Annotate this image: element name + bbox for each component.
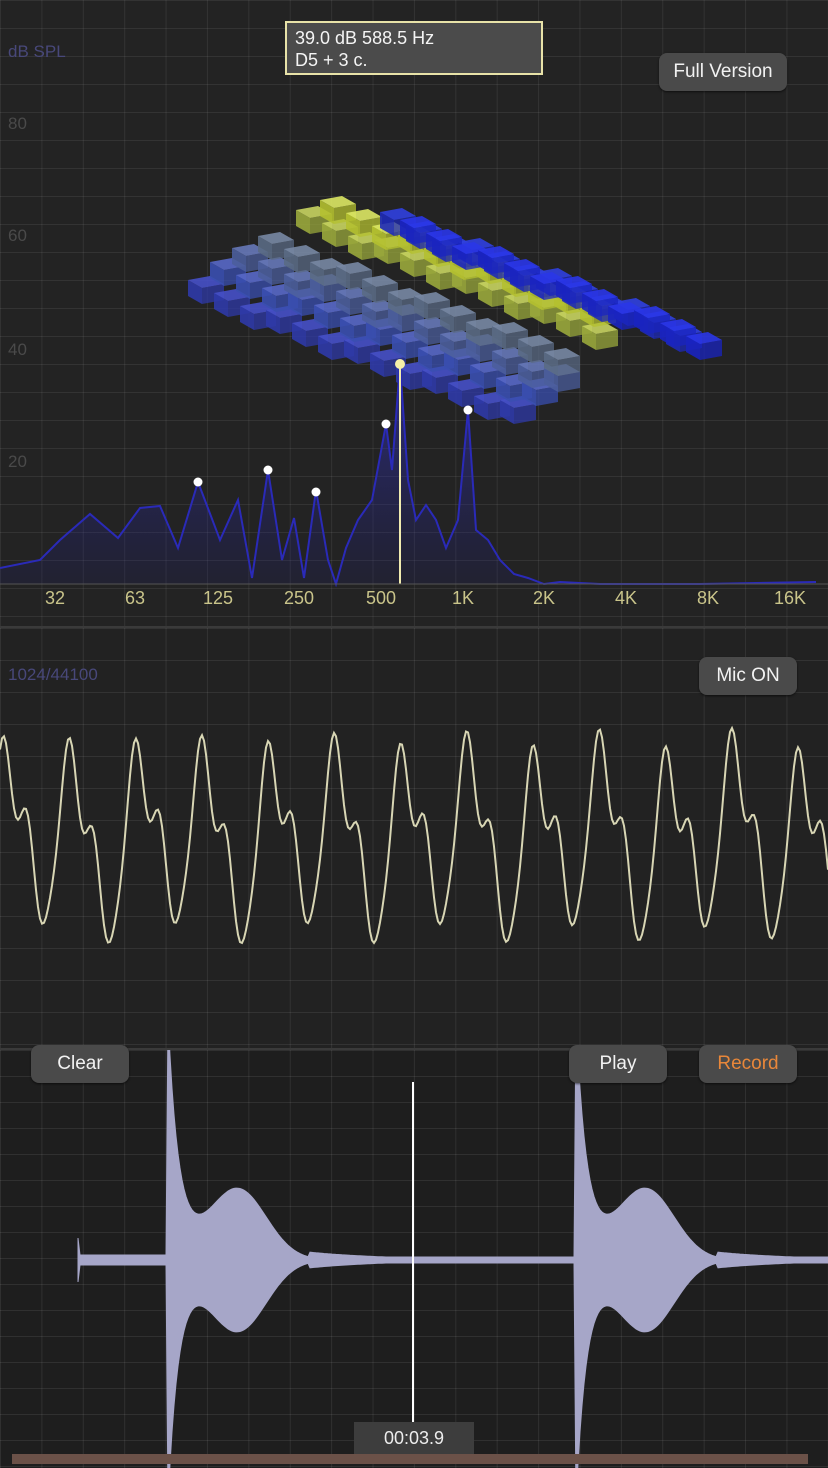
- peak-marker: [463, 405, 473, 415]
- recorder-panel[interactable]: [0, 1050, 828, 1468]
- x-tick-1k: 1K: [451, 588, 475, 608]
- peak-cursor-marker: [395, 359, 405, 369]
- readout-level-frequency: 39.0 dB 588.5 Hz: [295, 28, 435, 48]
- waterfall-3d: [188, 196, 722, 424]
- peak-marker: [263, 465, 273, 475]
- x-tick-16k: 16K: [773, 588, 807, 608]
- peak-readout: 39.0 dB 588.5 Hz D5 + 3 c.: [285, 21, 543, 75]
- oscilloscope-plot: [0, 725, 828, 945]
- spectrum-plot: [0, 196, 828, 588]
- x-tick-8k: 8K: [696, 588, 720, 608]
- recording-progress-bar[interactable]: [12, 1454, 808, 1464]
- oscilloscope-panel[interactable]: 1024/44100 Mic ON: [0, 628, 828, 1048]
- recording-waveform-plot: [77, 1050, 828, 1468]
- x-tick-4k: 4K: [614, 588, 638, 608]
- peak-markers: [193, 405, 473, 497]
- x-tick-63: 63: [124, 588, 146, 608]
- x-tick-32: 32: [44, 588, 66, 608]
- x-tick-2k: 2K: [532, 588, 556, 608]
- playback-time: 00:03.9: [354, 1422, 474, 1454]
- oscilloscope-waveform: [0, 725, 828, 945]
- peak-marker: [381, 419, 391, 429]
- x-tick-125: 125: [202, 588, 234, 608]
- recording-waveform: [77, 1050, 828, 1468]
- x-tick-250: 250: [283, 588, 315, 608]
- x-tick-500: 500: [365, 588, 397, 608]
- readout-note: D5 + 3 c.: [295, 50, 368, 70]
- peak-marker: [311, 487, 321, 497]
- spectrum-panel[interactable]: dB SPL 80 60 40 20 32 63 125 250 500 1K …: [0, 0, 828, 626]
- record-button[interactable]: Record: [699, 1045, 797, 1083]
- full-version-button[interactable]: Full Version: [659, 53, 787, 91]
- clear-button[interactable]: Clear: [31, 1045, 129, 1083]
- play-button[interactable]: Play: [569, 1045, 667, 1083]
- peak-marker: [193, 477, 203, 487]
